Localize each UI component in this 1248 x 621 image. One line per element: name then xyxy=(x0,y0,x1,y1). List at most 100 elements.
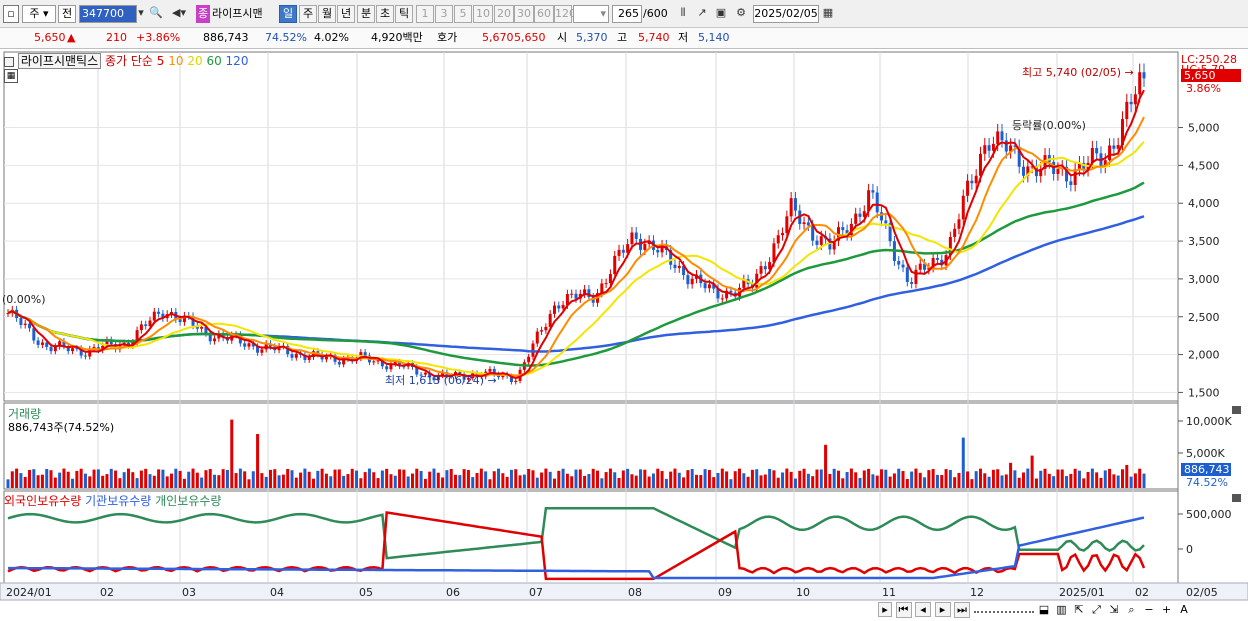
period-minute[interactable]: 분 xyxy=(357,5,375,23)
candle-body xyxy=(1125,101,1129,120)
calendar-icon[interactable]: ▦ xyxy=(820,5,836,23)
volume-bar xyxy=(733,471,737,488)
volume-bar xyxy=(264,476,268,488)
candle-body xyxy=(974,175,978,184)
scroll-right-icon[interactable]: ▸ xyxy=(878,602,892,617)
volume-bar xyxy=(139,470,143,488)
font-icon[interactable]: A xyxy=(1177,603,1191,616)
volume-bar xyxy=(854,472,858,488)
period-second[interactable]: 초 xyxy=(376,5,394,23)
volume-bar xyxy=(763,474,767,488)
period-tick[interactable]: 틱 xyxy=(395,5,413,23)
scrollbar[interactable] xyxy=(973,603,1034,613)
interval-5[interactable]: 5 xyxy=(454,5,472,23)
search-icon[interactable]: 🔍 xyxy=(148,5,164,23)
date-input[interactable]: 2025/02/05 xyxy=(753,5,819,23)
expand-icon[interactable]: ⇱ xyxy=(1072,603,1086,616)
custom-interval-select[interactable]: ▾ xyxy=(573,5,609,23)
volume-bar xyxy=(268,469,272,488)
count-input[interactable]: 265 xyxy=(612,5,642,23)
volume-bar xyxy=(1065,476,1069,488)
first-icon[interactable]: ⏮ xyxy=(895,602,912,618)
interval-60[interactable]: 60 xyxy=(534,5,554,23)
volume-bar xyxy=(591,468,595,488)
x-tick-label: 2025/01 xyxy=(1059,586,1105,599)
last-icon[interactable]: ⏭ xyxy=(954,602,970,618)
candle-body xyxy=(905,267,909,282)
collapse-icon[interactable]: ⇲ xyxy=(1107,603,1121,616)
market-select[interactable]: 주 ▾ xyxy=(22,5,56,23)
volume-bar xyxy=(385,468,389,488)
period-month[interactable]: 월 xyxy=(318,5,336,23)
volume-bar xyxy=(540,472,544,488)
bars-icon[interactable]: ▥ xyxy=(1055,603,1069,616)
candle-body xyxy=(1142,72,1146,79)
zoom-in-icon[interactable]: + xyxy=(1160,603,1174,616)
candle-body xyxy=(337,361,341,365)
volume-bar xyxy=(204,470,208,488)
legend-stock-name[interactable]: 라이프시맨틱스 xyxy=(17,53,102,69)
volume-bar xyxy=(871,474,875,488)
interval-1[interactable]: 1 xyxy=(416,5,434,23)
candle-body xyxy=(49,346,53,352)
volume-bar xyxy=(798,470,802,488)
zoom-out-icon[interactable]: − xyxy=(1142,603,1156,616)
all-button[interactable]: 전 xyxy=(58,5,76,23)
speaker-icon[interactable]: ◀▾ xyxy=(166,5,192,23)
period-day[interactable]: 일 xyxy=(279,5,297,23)
stock-chart[interactable]: 2024/01 02 03 04 05 06 07 08 09 10 11 12 2025/01 02 02… xyxy=(0,50,1248,621)
next-icon[interactable]: ▸ xyxy=(934,602,951,617)
volume-bar xyxy=(165,476,169,488)
volume-bar xyxy=(88,476,92,488)
candle-icon[interactable]: ⫴ xyxy=(675,5,691,23)
interval-30[interactable]: 30 xyxy=(514,5,534,23)
volume-bar xyxy=(53,477,57,488)
zoom-icon[interactable]: ⌕ xyxy=(1125,603,1139,617)
high-price: 5,740 xyxy=(638,31,670,44)
candle-body xyxy=(1095,147,1099,154)
period-week[interactable]: 주 xyxy=(299,5,317,23)
prev-icon[interactable]: ◂ xyxy=(915,602,931,617)
interval-20[interactable]: 20 xyxy=(494,5,514,23)
volume-bar xyxy=(957,472,961,488)
fit-icon[interactable]: ⤢ xyxy=(1090,603,1104,617)
interval-3[interactable]: 3 xyxy=(435,5,453,23)
interval-120[interactable]: 120 xyxy=(554,5,576,23)
candle-body xyxy=(841,227,845,231)
volume-bar xyxy=(570,476,574,488)
candle-body xyxy=(608,274,612,284)
volume-bar xyxy=(471,477,475,488)
table-icon[interactable]: ▦ xyxy=(4,69,18,83)
volume: 886,743 xyxy=(203,31,249,44)
volume-bar xyxy=(367,468,371,488)
candle-body xyxy=(978,153,982,176)
volume-bar xyxy=(845,472,849,488)
volume-bar xyxy=(492,471,496,488)
dropdown-icon[interactable]: ▾ xyxy=(133,5,149,23)
volume-bar xyxy=(436,472,440,488)
stock-code-input[interactable]: 347700 xyxy=(79,5,137,23)
drawing-tool-icon[interactable]: ↗ xyxy=(694,5,710,23)
candle-body xyxy=(19,318,23,325)
volume-bar xyxy=(522,474,526,488)
grid-toggle-icon[interactable] xyxy=(4,56,14,67)
interval-10[interactable]: 10 xyxy=(473,5,493,23)
legend-ma-label: 종가 단순 xyxy=(104,54,153,68)
volume-bar xyxy=(841,478,845,488)
volume-bar xyxy=(96,469,100,488)
quote-bar: 5,650 ▲ 210 +3.86% 886,743 74.52% 4.02% … xyxy=(0,28,1248,75)
volume-bar xyxy=(208,468,212,488)
gear-icon[interactable]: ⚙ xyxy=(733,5,749,23)
volume-bar xyxy=(277,475,281,488)
volume-bar xyxy=(316,470,320,488)
legend-foreign: 외국인보유수량 xyxy=(4,494,82,508)
scroll-indicator-icon[interactable]: ⬓ xyxy=(1037,603,1051,616)
volume-bar xyxy=(363,472,367,488)
save-icon[interactable]: ▣ xyxy=(713,5,729,23)
period-year[interactable]: 년 xyxy=(337,5,355,23)
window-menu-icon[interactable]: ▫ xyxy=(3,5,19,23)
volume-bar xyxy=(996,469,1000,488)
volume-bar xyxy=(1013,470,1017,488)
candle-body xyxy=(574,293,578,299)
volume-bar xyxy=(884,469,888,488)
